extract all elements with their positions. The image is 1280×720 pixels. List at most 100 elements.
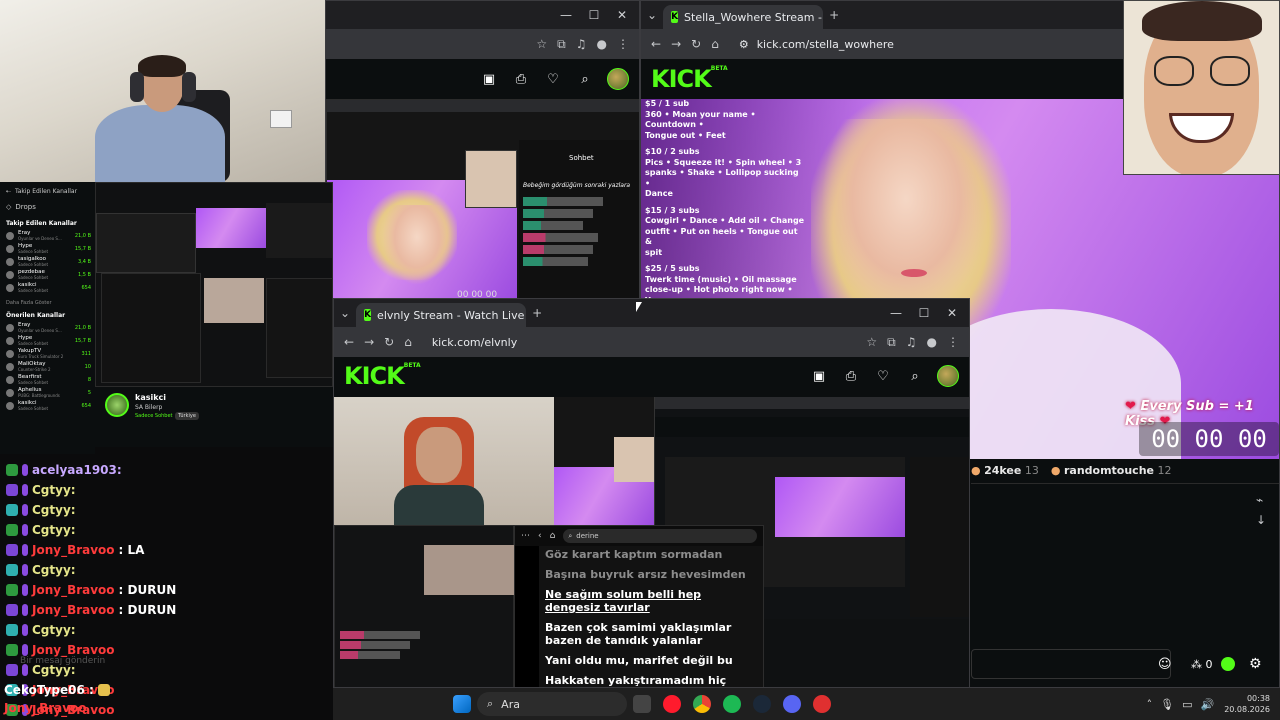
search-icon[interactable]: ⌕ bbox=[575, 72, 595, 87]
windows-start-icon[interactable] bbox=[453, 695, 471, 713]
profile-icon[interactable]: ● bbox=[927, 335, 937, 349]
chat-username[interactable]: Cgtyy: bbox=[32, 523, 76, 537]
steam-icon[interactable] bbox=[753, 695, 771, 713]
chat-username[interactable]: Jony_Bravoo bbox=[32, 583, 115, 597]
chat-username[interactable]: Jony_Bravoo bbox=[32, 643, 115, 657]
avatar[interactable] bbox=[607, 68, 629, 90]
taskbar-search[interactable]: ⌕ Ara bbox=[477, 692, 627, 716]
channel-tag[interactable]: Türkiye bbox=[175, 412, 199, 420]
reload-icon[interactable]: ↻ bbox=[691, 37, 701, 51]
media-icon[interactable]: ♫ bbox=[576, 37, 587, 51]
sidebar-channel-item[interactable]: pezdebae Sadece Sohbet 1,5 B bbox=[0, 268, 95, 281]
chat-username[interactable]: Cgtyy: bbox=[32, 563, 76, 577]
show-more-link[interactable]: Daha Fazla Göster bbox=[0, 294, 95, 310]
forward-icon[interactable]: → bbox=[364, 335, 374, 349]
minimize-button[interactable]: — bbox=[885, 306, 907, 320]
sidebar-channel-item[interactable]: kasikci Sadece Sohbet 654 bbox=[0, 281, 95, 294]
chat-input[interactable] bbox=[971, 649, 1171, 679]
sidebar-channel-item[interactable]: kasikci Sadece Sohbet 654 bbox=[0, 399, 95, 412]
close-button[interactable]: ✕ bbox=[941, 306, 963, 320]
back-icon[interactable]: ‹ bbox=[538, 531, 542, 541]
media-icon[interactable]: ♫ bbox=[906, 335, 917, 349]
sidebar-channel-item[interactable]: MaliOktay Counter-Strike 2 10 bbox=[0, 360, 95, 373]
drops-link[interactable]: ◇ Drops bbox=[0, 200, 95, 214]
extensions-icon[interactable]: ⧉ bbox=[557, 37, 566, 52]
network-icon[interactable]: ▭ bbox=[1182, 698, 1192, 711]
tab-elvnly-stream[interactable]: K elvnly Stream - Watch Live 🔈 ✕ bbox=[356, 303, 527, 327]
heart-icon[interactable]: ♡ bbox=[873, 369, 893, 384]
reload-icon[interactable]: ↻ bbox=[384, 335, 394, 349]
video-icon[interactable]: ▣ bbox=[479, 72, 499, 87]
back-icon[interactable]: ← bbox=[344, 335, 354, 349]
star-icon[interactable]: ☆ bbox=[866, 335, 877, 349]
scroll-down-icon[interactable]: ↓ bbox=[1256, 513, 1266, 527]
tray-chevron-icon[interactable]: ˄ bbox=[1147, 698, 1153, 711]
search-input[interactable]: ⌕ derine bbox=[563, 529, 757, 543]
chat-username[interactable]: Jony_Bravoo bbox=[32, 543, 115, 557]
close-button[interactable]: ✕ bbox=[611, 8, 633, 22]
kick-coin-icon[interactable] bbox=[1221, 657, 1235, 671]
menu-icon[interactable]: ⋮ bbox=[947, 335, 959, 349]
site-info-icon[interactable]: ⚙ bbox=[739, 38, 749, 51]
sidebar-channel-item[interactable]: Bearfirst Sadece Sohbet 8 bbox=[0, 373, 95, 386]
kick-logo[interactable]: KICKBETA bbox=[344, 362, 421, 390]
address-bar[interactable]: kick.com/elvnly bbox=[422, 331, 857, 353]
sidebar-channel-item[interactable]: Eray Oyunlar ve Deneo S... 21,0 B bbox=[0, 229, 95, 242]
discord-icon[interactable] bbox=[783, 695, 801, 713]
clock[interactable]: 00:38 20.08.2026 bbox=[1224, 693, 1270, 715]
avatar[interactable] bbox=[937, 365, 959, 387]
back-icon[interactable]: ← bbox=[651, 37, 661, 51]
home-icon[interactable]: ⌂ bbox=[550, 531, 556, 541]
chat-username[interactable]: Cgtyy: bbox=[32, 503, 76, 517]
sidebar-channel-item[interactable]: Aphelius PUBG: Battlegrounds 5 bbox=[0, 386, 95, 399]
sidebar-channel-item[interactable]: Eray Oyunlar ve Deneo S... 21,0 B bbox=[0, 321, 95, 334]
chat-username[interactable]: acelyaa1903: bbox=[32, 463, 122, 477]
forward-icon[interactable]: → bbox=[671, 37, 681, 51]
extensions-icon[interactable]: ⧉ bbox=[887, 335, 896, 350]
profile-icon[interactable]: ● bbox=[597, 37, 607, 51]
search-icon[interactable]: ⌕ bbox=[905, 369, 925, 384]
video-icon[interactable]: ▣ bbox=[809, 369, 829, 384]
followed-header[interactable]: ⇠ Takip Edilen Kanallar bbox=[0, 182, 95, 200]
home-icon[interactable]: ⌂ bbox=[404, 335, 412, 349]
chat-username[interactable]: Jony_Bravoo bbox=[32, 603, 115, 617]
sidebar-channel-item[interactable]: Hype Sadece Sohbet 15,7 B bbox=[0, 334, 95, 347]
home-icon[interactable]: ⌂ bbox=[711, 37, 719, 51]
menu-icon[interactable]: ⋮ bbox=[617, 37, 629, 51]
spotify-icon[interactable] bbox=[723, 695, 741, 713]
microphone-icon[interactable]: 🎙 bbox=[1160, 698, 1174, 711]
maximize-button[interactable]: ☐ bbox=[583, 8, 605, 22]
leaderboard-item[interactable]: ● 24kee 13 bbox=[971, 464, 1039, 477]
volume-icon[interactable]: 🔊 bbox=[1200, 698, 1214, 711]
sidebar-channel-item[interactable]: YakupTV Euro Truck Simulator 2 311 bbox=[0, 347, 95, 360]
minimize-button[interactable]: — bbox=[555, 8, 577, 22]
leaderboard-item[interactable]: ● randomtouche 12 bbox=[1051, 464, 1172, 477]
chat-username[interactable]: Cgtyy: bbox=[32, 483, 76, 497]
chat-settings-icon[interactable]: ⌁ bbox=[1256, 493, 1263, 507]
channel-name[interactable]: kasikci bbox=[135, 393, 166, 402]
chat-username[interactable]: Cgtyy: bbox=[32, 623, 76, 637]
clip-icon[interactable]: ⎙ bbox=[841, 369, 861, 384]
new-tab-button[interactable]: + bbox=[532, 306, 542, 320]
star-icon[interactable]: ☆ bbox=[536, 37, 547, 51]
maximize-button[interactable]: ☐ bbox=[913, 306, 935, 320]
tab-list-icon[interactable]: ⌄ bbox=[647, 8, 657, 22]
chrome-icon[interactable] bbox=[693, 695, 711, 713]
points-counter[interactable]: ⁂ 0 bbox=[1191, 658, 1213, 671]
file-explorer-icon[interactable] bbox=[633, 695, 651, 713]
tab-stella-stream[interactable]: K Stella_Wowhere Stream - W ✕ bbox=[663, 5, 824, 29]
kick-logo[interactable]: KICKBETA bbox=[651, 65, 728, 93]
sidebar-channel-item[interactable]: Hype Sadece Sohbet 15,7 B bbox=[0, 242, 95, 255]
channel-avatar[interactable] bbox=[105, 393, 129, 417]
sidebar-channel-item[interactable]: tasigalkoo Sadece Sohbet 3,4 B bbox=[0, 255, 95, 268]
tab-list-icon[interactable]: ⌄ bbox=[340, 306, 350, 320]
chat-input-placeholder[interactable]: Bir mesaj gönderin bbox=[20, 656, 105, 666]
clip-icon[interactable]: ⎙ bbox=[511, 72, 531, 87]
opera-icon[interactable] bbox=[663, 695, 681, 713]
channel-category[interactable]: Sadece Sohbet bbox=[135, 413, 173, 419]
emoji-icon[interactable]: ☺ bbox=[1158, 657, 1172, 672]
app-icon[interactable] bbox=[813, 695, 831, 713]
new-tab-button[interactable]: + bbox=[829, 8, 839, 22]
more-icon[interactable]: ⋯ bbox=[521, 531, 530, 541]
settings-icon[interactable]: ⚙ bbox=[1249, 656, 1262, 672]
